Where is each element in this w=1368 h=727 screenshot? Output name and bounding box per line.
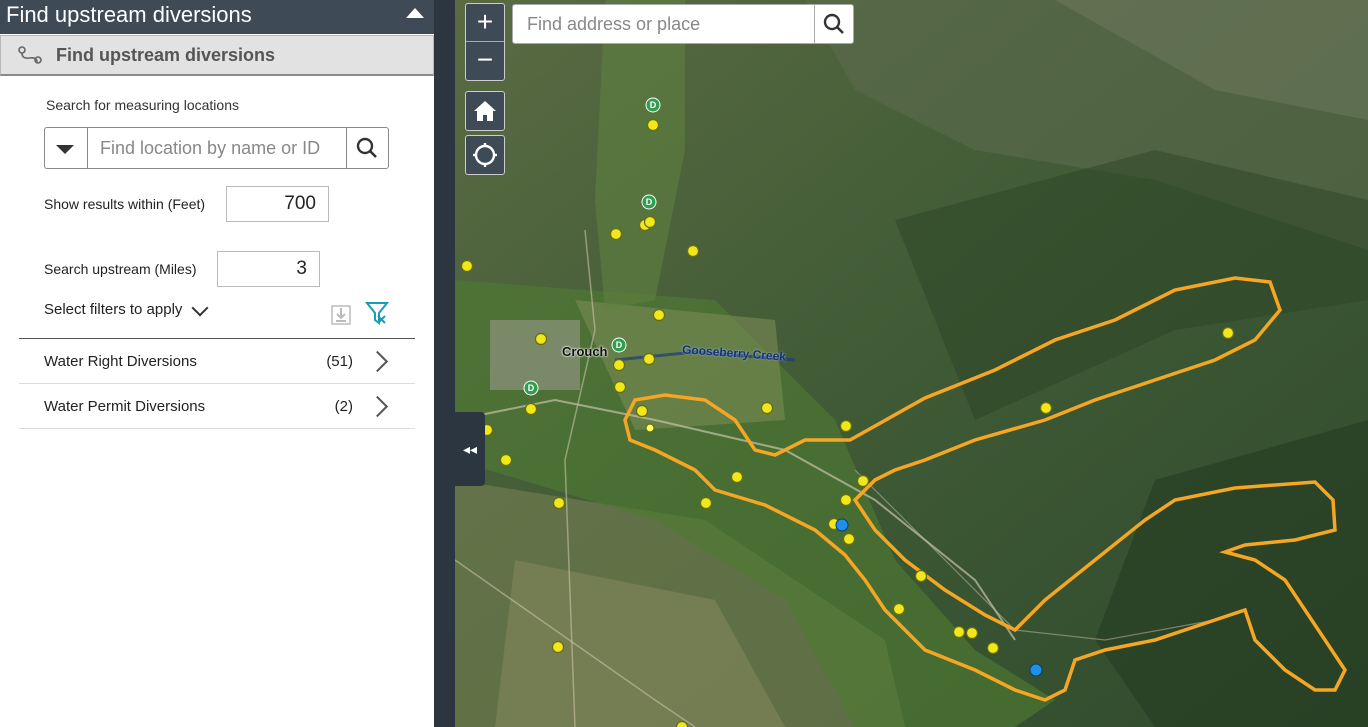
search-icon: [823, 13, 844, 34]
svg-text:D: D: [616, 340, 623, 350]
widget-title: Find upstream diversions: [56, 45, 276, 65]
results-list: Water Right Diversions (51) Water Permit…: [19, 338, 415, 429]
map-view[interactable]: D D D D Crouch Gooseberry Creek: [455, 0, 1368, 727]
zoom-in-button[interactable]: +: [466, 4, 504, 42]
chevron-right-icon: [366, 395, 389, 418]
side-panel: Find upstream diversions Find upstream d…: [0, 0, 434, 727]
result-row-water-permit[interactable]: Water Permit Diversions (2): [19, 384, 415, 429]
address-search-button[interactable]: [814, 5, 853, 43]
route-icon: [18, 46, 42, 64]
svg-text:D: D: [528, 383, 535, 393]
upstream-label: Search upstream (Miles): [44, 261, 197, 277]
satellite-imagery: D D D D: [455, 0, 1368, 727]
download-icon[interactable]: [331, 303, 351, 325]
result-name: Water Permit Diversions: [44, 398, 206, 415]
search-icon: [356, 137, 377, 158]
collapse-sidebar-button[interactable]: ◂◂: [455, 412, 485, 486]
panel-divider: [434, 0, 455, 727]
panel-header: Find upstream diversions: [0, 0, 434, 34]
location-search: [44, 127, 389, 169]
zoom-out-button[interactable]: −: [466, 42, 504, 79]
result-count: (2): [334, 398, 353, 415]
location-search-button[interactable]: [346, 128, 388, 168]
chevron-right-icon: [366, 350, 389, 373]
result-row-water-right[interactable]: Water Right Diversions (51): [19, 339, 415, 384]
location-search-input[interactable]: [88, 128, 346, 168]
locate-icon: [473, 143, 497, 167]
collapse-panel-icon[interactable]: [406, 8, 424, 18]
panel-title: Find upstream diversions: [6, 2, 252, 27]
clear-filter-icon[interactable]: [365, 300, 389, 326]
result-name: Water Right Diversions: [44, 353, 197, 370]
address-search-input[interactable]: [513, 5, 813, 43]
upstream-field[interactable]: 3: [217, 251, 320, 287]
distance-label: Show results within (Feet): [44, 196, 206, 212]
home-button[interactable]: [465, 91, 505, 131]
home-icon: [474, 101, 496, 121]
zoom-control: + −: [465, 3, 505, 81]
widget-title-bar: Find upstream diversions: [0, 35, 434, 76]
svg-text:D: D: [646, 197, 653, 207]
search-source-dropdown[interactable]: [45, 128, 88, 168]
chevron-down-icon[interactable]: [191, 299, 209, 317]
filters-label: Select filters to apply: [44, 301, 183, 318]
locate-button[interactable]: [465, 135, 505, 175]
address-search: [512, 4, 854, 44]
distance-field[interactable]: 700: [226, 186, 329, 222]
svg-text:D: D: [650, 100, 657, 110]
town-label: Crouch: [562, 344, 608, 359]
search-label: Search for measuring locations: [46, 97, 239, 113]
result-count: (51): [326, 353, 353, 370]
